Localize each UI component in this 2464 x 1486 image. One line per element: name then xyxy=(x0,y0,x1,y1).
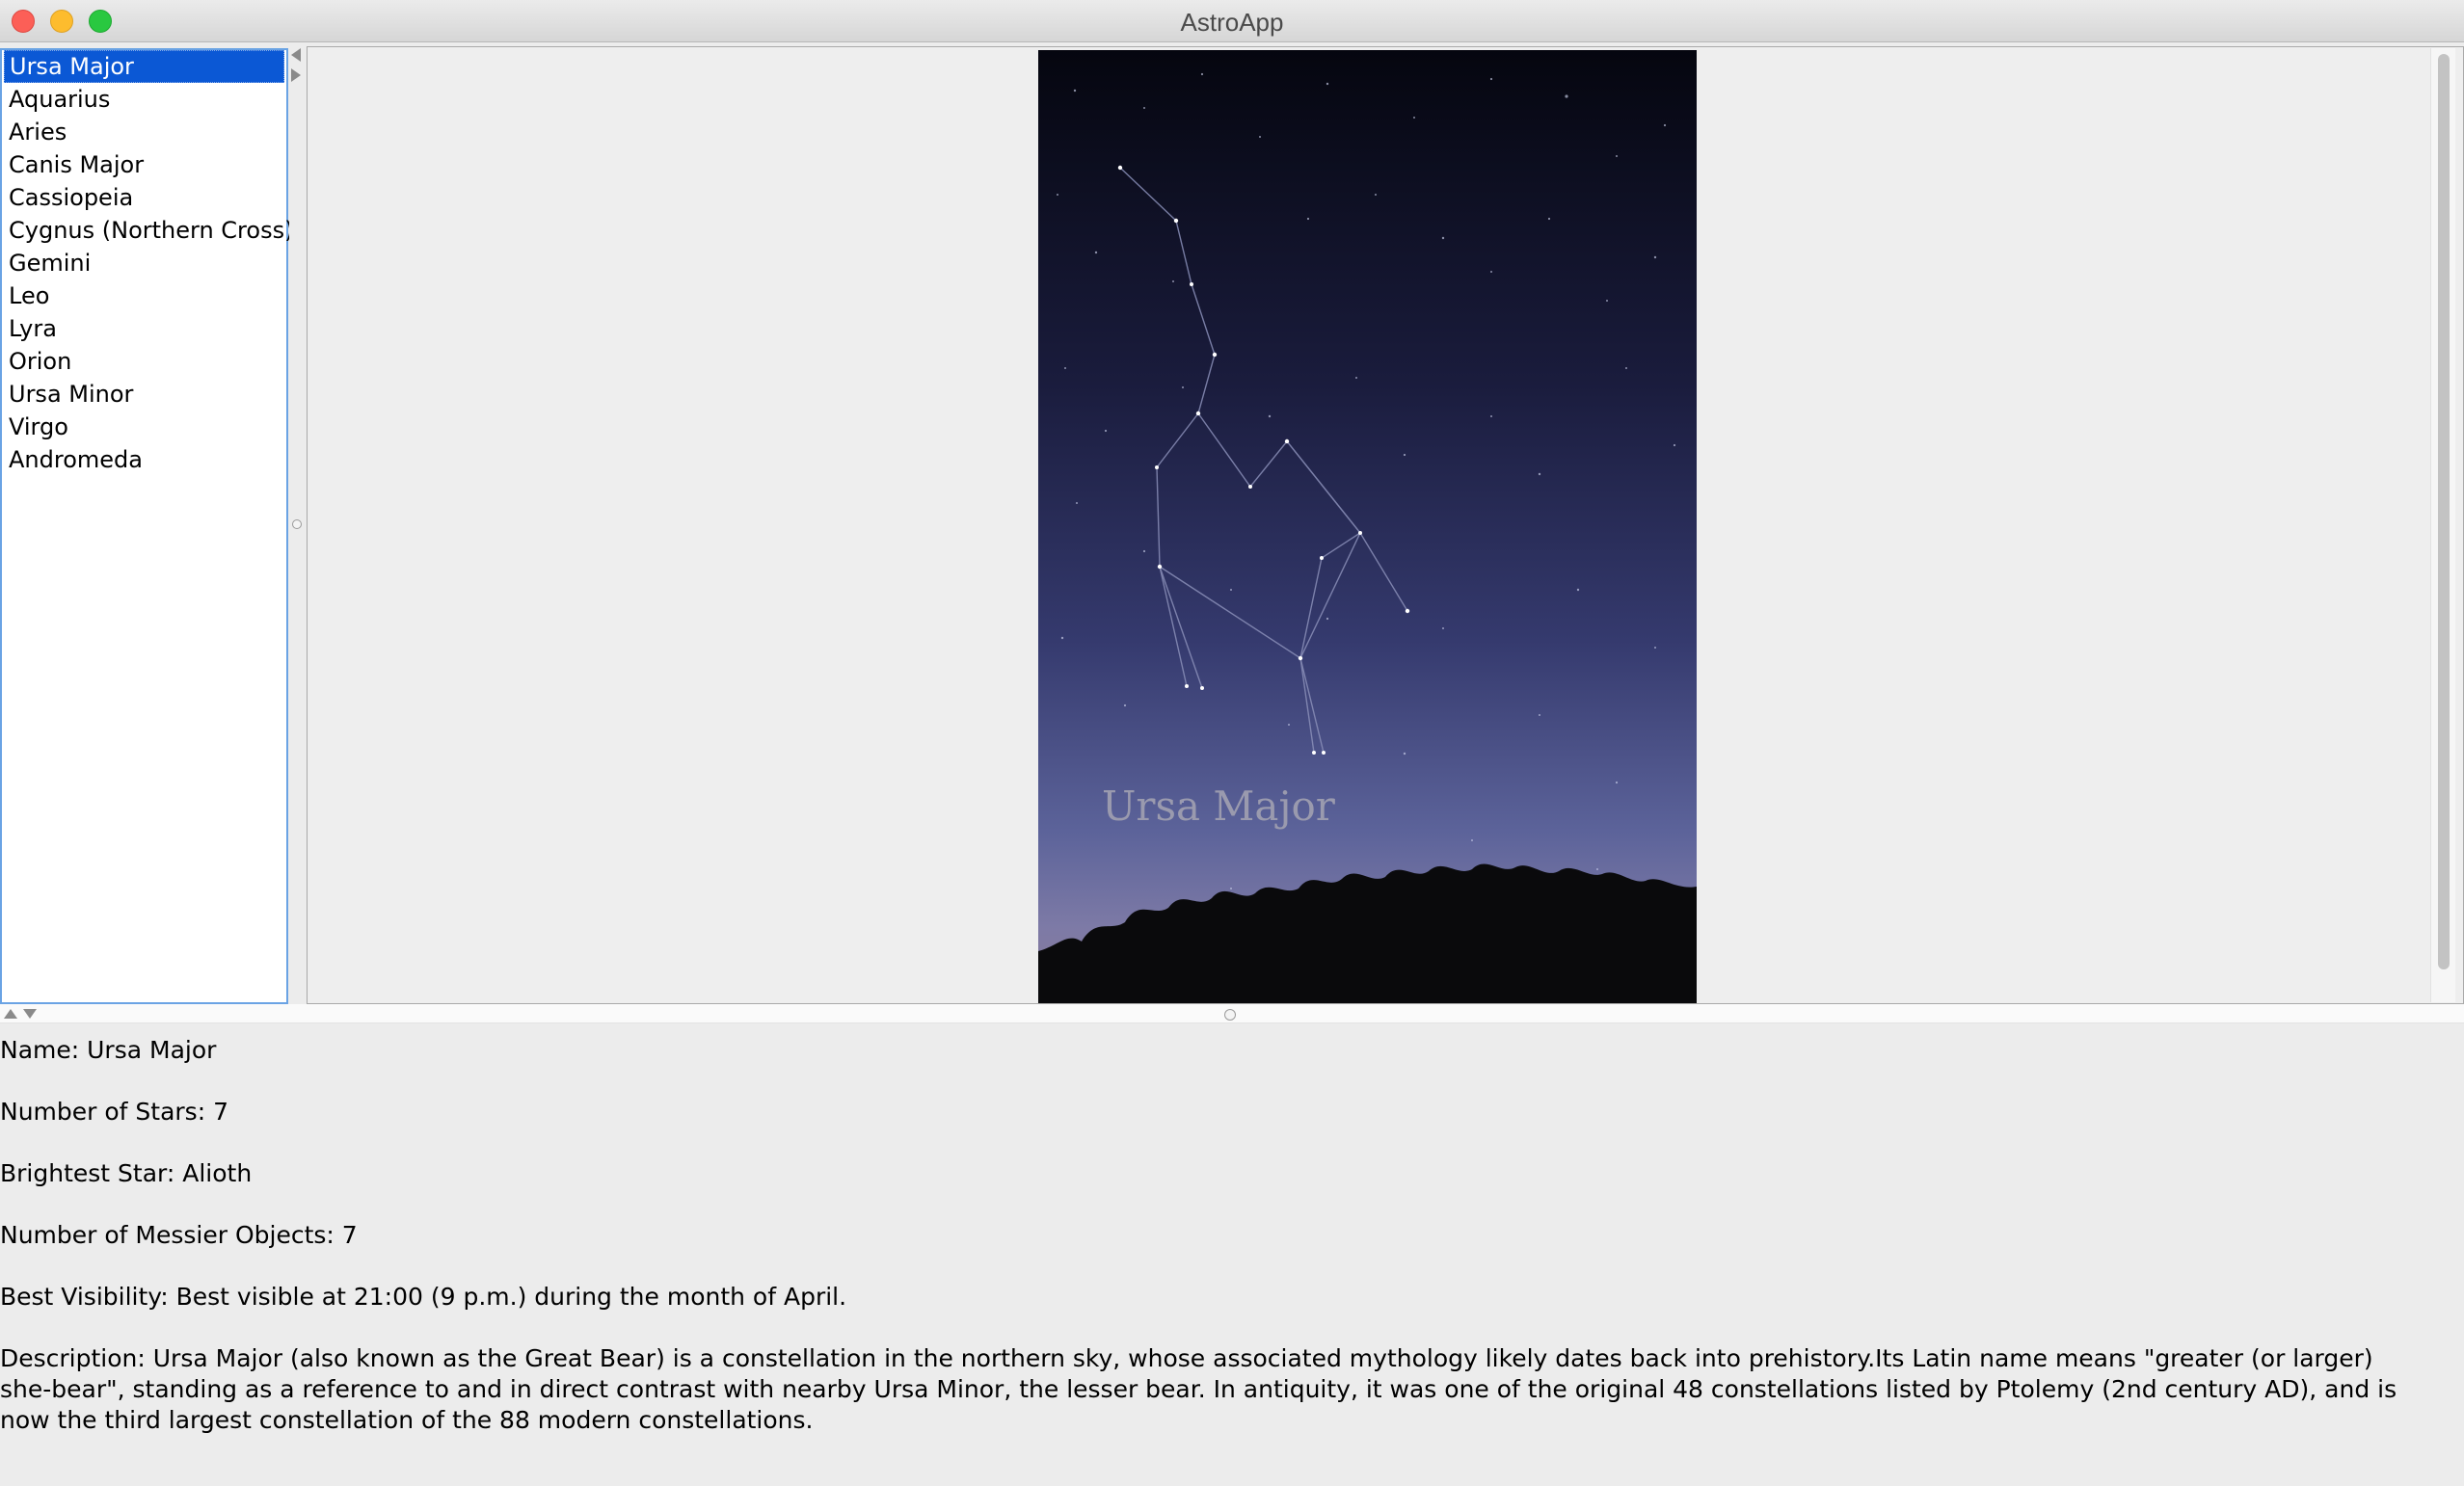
collapse-up-arrow-icon[interactable] xyxy=(4,1009,17,1019)
horizontal-divider-grip-icon[interactable] xyxy=(1224,1009,1236,1021)
title-bar: AstroApp xyxy=(0,0,2464,42)
list-item-lyra[interactable]: Lyra xyxy=(4,312,284,345)
image-overlay-label: Ursa Major xyxy=(1102,783,1336,830)
list-item-ursa-minor[interactable]: Ursa Minor xyxy=(4,378,284,411)
night-sky-background xyxy=(1038,50,1697,1003)
vertical-divider-grip-icon[interactable] xyxy=(292,519,302,529)
expand-down-arrow-icon[interactable] xyxy=(23,1009,37,1019)
list-item-andromeda[interactable]: Andromeda xyxy=(4,443,284,476)
collapse-left-arrow-icon[interactable] xyxy=(291,48,301,62)
window-title: AstroApp xyxy=(1180,8,1284,37)
list-item-virgo[interactable]: Virgo xyxy=(4,411,284,443)
image-vertical-scrollbar[interactable] xyxy=(2430,48,2455,1002)
list-item-ursa-major[interactable]: Ursa Major xyxy=(4,50,284,83)
detail-brightest-star: Brightest Star: Alioth xyxy=(0,1159,253,1187)
detail-description: Description: Ursa Major (also known as t… xyxy=(0,1344,2397,1434)
expand-right-arrow-icon[interactable] xyxy=(291,68,301,82)
scrollbar-thumb[interactable] xyxy=(2438,54,2450,969)
list-item-orion[interactable]: Orion xyxy=(4,345,284,378)
list-item-cygnus[interactable]: Cygnus (Northern Cross) xyxy=(4,214,293,247)
detail-messier-objects: Number of Messier Objects: 7 xyxy=(0,1221,358,1249)
constellation-image: Ursa Major xyxy=(1038,50,1697,1003)
detail-best-visibility: Best Visibility: Best visible at 21:00 (… xyxy=(0,1283,847,1311)
list-item-aquarius[interactable]: Aquarius xyxy=(4,83,284,116)
list-item-cassiopeia[interactable]: Cassiopeia xyxy=(4,181,284,214)
constellation-details: Name: Ursa Major Number of Stars: 7 Brig… xyxy=(0,1023,2464,1486)
list-item-leo[interactable]: Leo xyxy=(4,279,284,312)
constellation-list[interactable]: Ursa Major Aquarius Aries Canis Major Ca… xyxy=(0,48,293,1004)
detail-number-of-stars: Number of Stars: 7 xyxy=(0,1098,228,1126)
list-item-gemini[interactable]: Gemini xyxy=(4,247,284,279)
list-item-canis-major[interactable]: Canis Major xyxy=(4,148,284,181)
detail-name: Name: Ursa Major xyxy=(0,1036,217,1064)
list-item-aries[interactable]: Aries xyxy=(4,116,284,148)
